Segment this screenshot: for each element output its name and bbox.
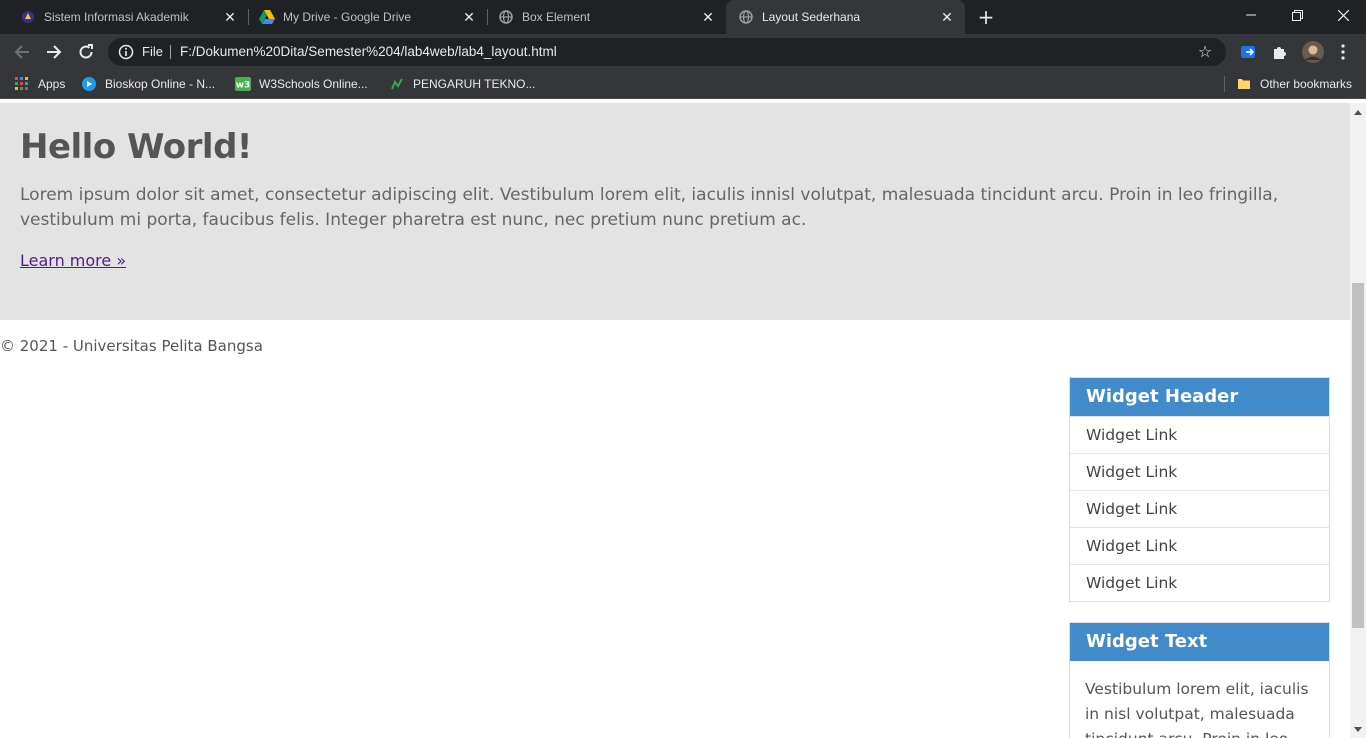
play-favicon [81, 76, 97, 92]
forward-button[interactable] [40, 38, 68, 66]
bookmark-label: Apps [38, 77, 66, 91]
menu-kebab-icon[interactable] [1333, 42, 1353, 62]
info-icon[interactable] [118, 44, 134, 60]
back-button[interactable] [8, 38, 36, 66]
vertical-scrollbar[interactable] [1350, 103, 1366, 738]
widget-header: Widget Text [1070, 623, 1329, 661]
tab-title: Box Element [522, 10, 591, 24]
hero-section: Hello World! Lorem ipsum dolor sit amet,… [0, 103, 1350, 320]
widget-link[interactable]: Widget Link [1070, 490, 1329, 527]
puzzle-icon[interactable] [1270, 42, 1290, 62]
hero-title: Hello World! [20, 127, 252, 167]
widget-text: Widget Text Vestibulum lorem elit, iacul… [1069, 622, 1330, 738]
widget-link[interactable]: Widget Link [1070, 453, 1329, 490]
bookmark-pengaruh-tekno[interactable]: PENGARUH TEKNO... [389, 70, 535, 98]
apps-grid-icon [14, 76, 30, 92]
new-tab-button[interactable]: + [976, 7, 996, 27]
minimize-button[interactable] [1228, 0, 1274, 30]
bookmark-w3schools[interactable]: w3 W3Schools Online... [235, 70, 368, 98]
tab-google-drive[interactable]: My Drive - Google Drive ✕ [239, 0, 487, 34]
tab-layout-sederhana[interactable]: Layout Sederhana ✕ [726, 0, 965, 34]
svg-text:w3: w3 [236, 81, 251, 91]
globe-favicon [738, 9, 754, 25]
bookmark-apps[interactable]: Apps [14, 70, 65, 98]
bookmark-label: PENGARUH TEKNO... [413, 77, 536, 91]
globe-favicon [498, 9, 514, 25]
scroll-down-arrow-icon[interactable] [1350, 721, 1366, 738]
google-drive-favicon [259, 9, 275, 25]
tab-strip: Sistem Informasi Akademik ✕ My Drive - G… [0, 0, 1366, 34]
other-bookmarks[interactable]: Other bookmarks [1236, 70, 1352, 98]
arrow-left-icon [14, 45, 29, 59]
widget-link[interactable]: Widget Link [1070, 527, 1329, 564]
scrollbar-thumb[interactable] [1352, 283, 1364, 628]
extension-icon[interactable] [1239, 42, 1259, 62]
close-icon[interactable]: ✕ [459, 7, 479, 27]
tab-title: Sistem Informasi Akademik [44, 10, 189, 24]
tab-sistem-informasi[interactable]: Sistem Informasi Akademik ✕ [0, 0, 248, 34]
footer-copyright: © 2021 - Universitas Pelita Bangsa [0, 337, 263, 355]
address-bar[interactable]: File F:/Dokumen%20Dita/Semester%204/lab4… [108, 38, 1226, 66]
restore-button[interactable] [1274, 0, 1320, 30]
bookmark-bioskop-online[interactable]: Bioskop Online - N... [81, 70, 215, 98]
url-text[interactable]: F:/Dokumen%20Dita/Semester%204/lab4web/l… [180, 38, 557, 66]
widget-link[interactable]: Widget Link [1070, 416, 1329, 453]
close-icon[interactable]: ✕ [937, 7, 957, 27]
reload-button[interactable] [72, 38, 100, 66]
academic-favicon [20, 9, 36, 25]
arrow-right-icon [47, 45, 62, 59]
tab-title: Layout Sederhana [762, 10, 861, 24]
w3schools-favicon: w3 [235, 76, 251, 92]
page-viewport: Hello World! Lorem ipsum dolor sit amet,… [0, 103, 1350, 738]
bookmarks-divider [1224, 76, 1225, 92]
hero-text: Lorem ipsum dolor sit amet, consectetur … [20, 185, 1279, 230]
bookmarks-bar: Apps Bioskop Online - N... w3 W3Schools … [0, 70, 1366, 99]
profile-avatar[interactable] [1301, 40, 1325, 64]
scroll-up-arrow-icon[interactable] [1350, 103, 1366, 120]
folder-icon [1236, 76, 1252, 92]
close-icon[interactable]: ✕ [220, 7, 240, 27]
widget-links: Widget Header Widget Link Widget Link Wi… [1069, 377, 1330, 602]
tab-box-element[interactable]: Box Element ✕ [478, 0, 726, 34]
address-divider [170, 45, 171, 59]
widget-header: Widget Header [1070, 378, 1329, 416]
bookmark-label: Bioskop Online - N... [105, 77, 216, 91]
other-bookmarks-label: Other bookmarks [1260, 77, 1353, 91]
scheme-label: File [142, 44, 163, 59]
browser-toolbar: File F:/Dokumen%20Dita/Semester%204/lab4… [0, 34, 1366, 70]
widget-link[interactable]: Widget Link [1070, 564, 1329, 601]
widget-body-text: Vestibulum lorem elit, iaculis in nisl v… [1085, 680, 1309, 738]
reload-icon [79, 44, 93, 59]
star-icon[interactable]: ☆ [1196, 43, 1214, 61]
tab-title: My Drive - Google Drive [283, 10, 412, 24]
learn-more-link[interactable]: Learn more » [20, 251, 126, 270]
close-icon[interactable]: ✕ [698, 7, 718, 27]
close-window-button[interactable] [1320, 0, 1366, 30]
bookmark-label: W3Schools Online... [259, 77, 368, 91]
site-favicon [389, 76, 405, 92]
